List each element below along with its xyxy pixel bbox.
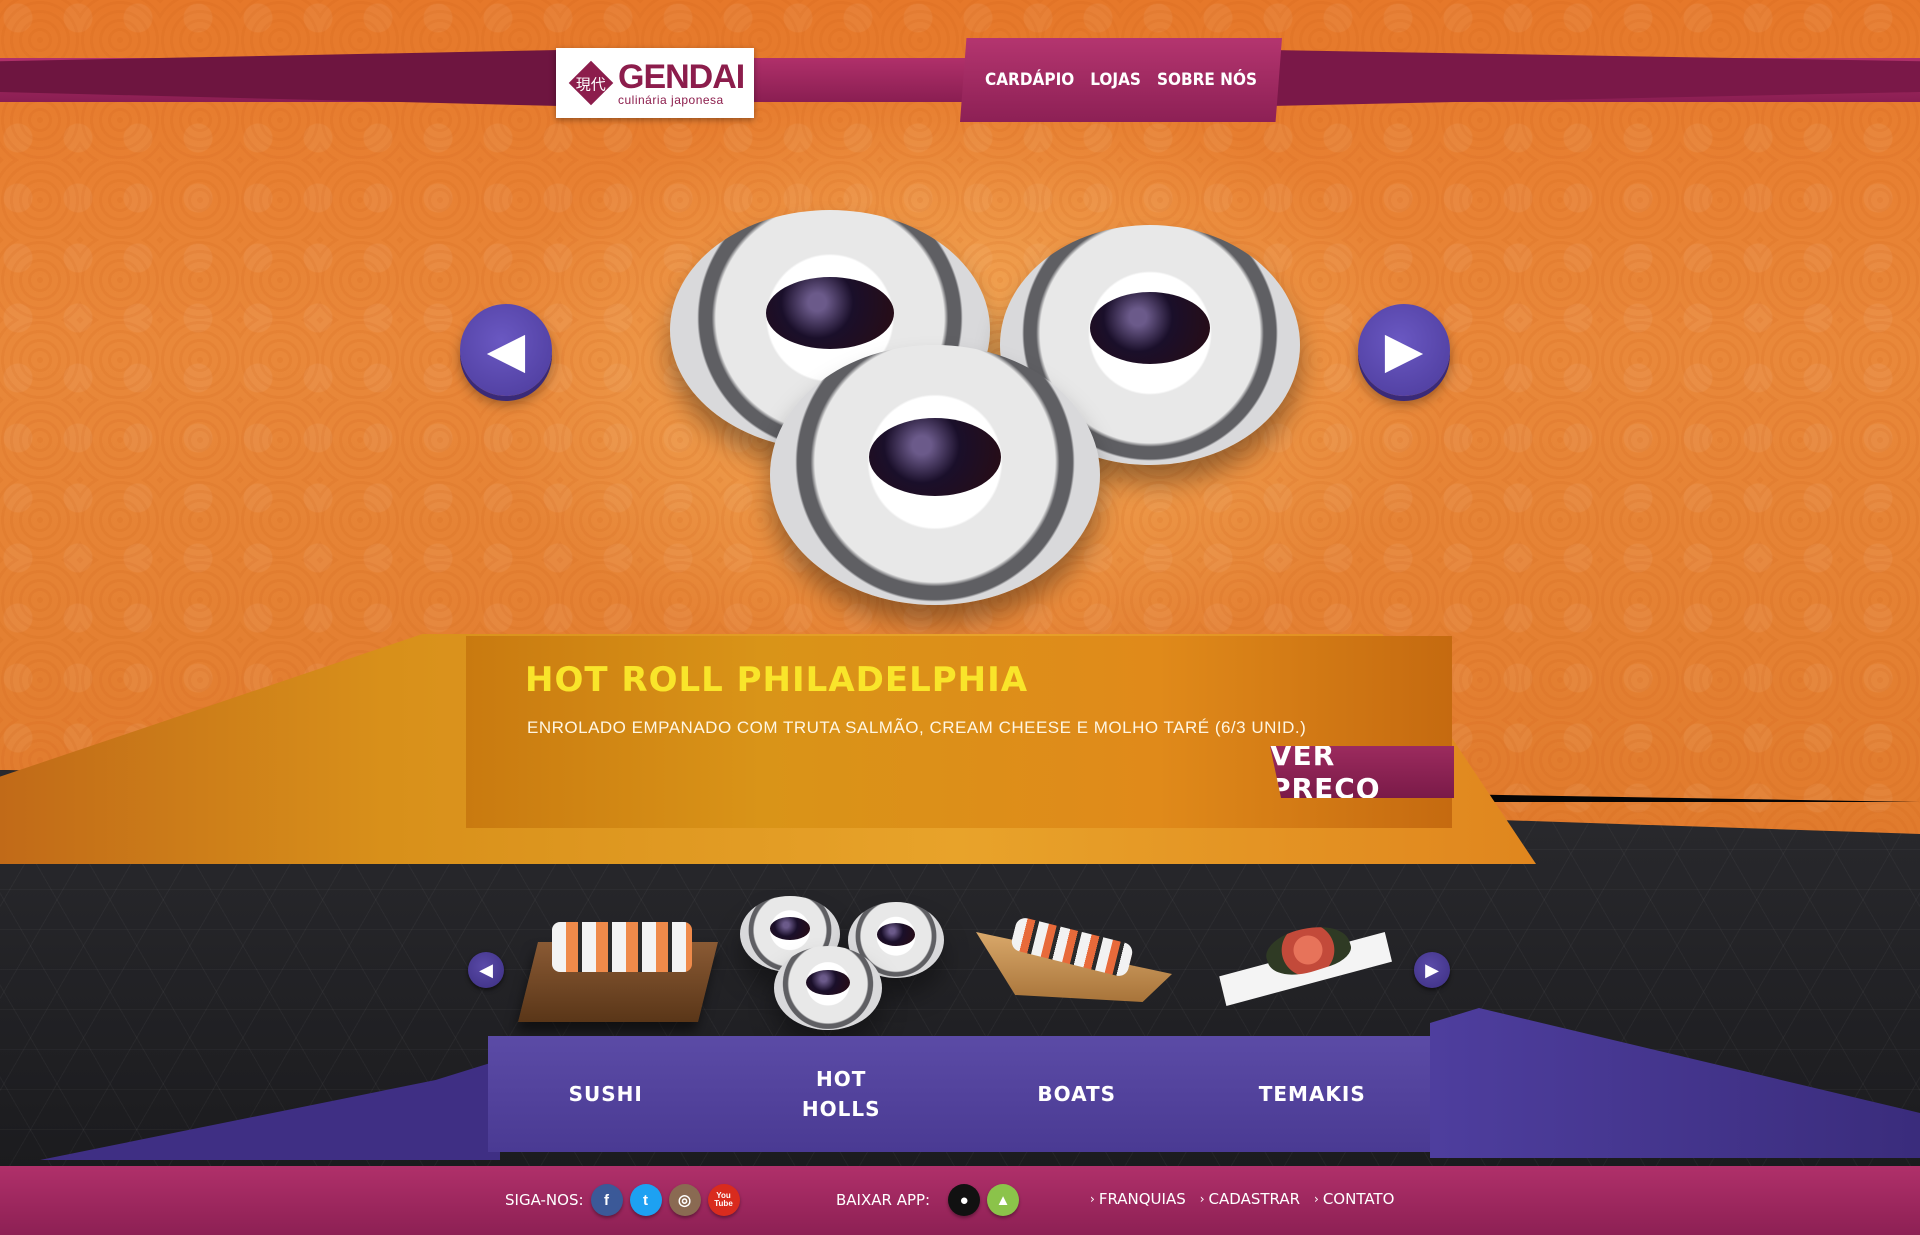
product-description: ENROLADO EMPANADO COM TRUTA SALMÃO, CREA… xyxy=(527,718,1307,737)
ver-preco-button[interactable]: VER PREÇO xyxy=(1270,746,1454,798)
category-bar: SUSHI HOT HOLLS BOATS TEMAKIS xyxy=(488,1036,1430,1152)
app-group: BAIXAR APP: ● ▲ xyxy=(836,1184,1020,1216)
nav-cardapio[interactable]: CARDÁPIO xyxy=(985,70,1074,90)
nav-sobre-nos[interactable]: SOBRE NÓS xyxy=(1157,70,1257,90)
thumb-boats[interactable] xyxy=(976,892,1172,1042)
apple-icon[interactable]: ● xyxy=(948,1184,981,1216)
thumb-hot-rolls[interactable] xyxy=(738,892,948,1042)
chevron-left-icon: ◀ xyxy=(479,959,493,981)
category-sushi[interactable]: SUSHI xyxy=(488,1079,724,1109)
category-hot-rolls[interactable]: HOT HOLLS xyxy=(724,1064,960,1124)
link-franquias[interactable]: FRANQUIAS xyxy=(1099,1190,1186,1208)
instagram-icon[interactable]: ◎ xyxy=(668,1184,701,1216)
footer-links: › FRANQUIAS › CADASTRAR › CONTATO xyxy=(1090,1190,1395,1208)
category-boats[interactable]: BOATS xyxy=(959,1079,1195,1109)
chevron-right-icon: ▶ xyxy=(1384,321,1424,379)
twitter-icon[interactable]: t xyxy=(629,1184,662,1216)
brand-name: GENDAI xyxy=(618,58,745,96)
follow-label: SIGA-NOS: xyxy=(505,1191,584,1209)
thumb-sushi[interactable] xyxy=(518,892,718,1042)
android-icon[interactable]: ▲ xyxy=(987,1184,1020,1216)
carousel-next-button[interactable]: ▶ xyxy=(1358,304,1450,396)
thumb-prev-button[interactable]: ◀ xyxy=(468,952,504,988)
category-temakis[interactable]: TEMAKIS xyxy=(1195,1079,1431,1109)
brand-subtitle: culinária japonesa xyxy=(618,93,724,107)
carousel-prev-button[interactable]: ◀ xyxy=(460,304,552,396)
social-group: SIGA-NOS: f t ◎ You Tube xyxy=(505,1184,740,1216)
brand-logo[interactable]: 現代 GENDAI culinária japonesa xyxy=(556,48,754,118)
product-title: HOT ROLL PHILADELPHIA xyxy=(525,660,1029,700)
main-nav: CARDÁPIO LOJAS SOBRE NÓS xyxy=(960,38,1282,122)
featured-product-image xyxy=(650,195,1300,615)
link-contato[interactable]: CONTATO xyxy=(1323,1190,1395,1208)
thumb-next-button[interactable]: ▶ xyxy=(1414,952,1450,988)
footer: SIGA-NOS: f t ◎ You Tube BAIXAR APP: ● ▲… xyxy=(0,1166,1920,1235)
youtube-icon[interactable]: You Tube xyxy=(707,1184,740,1216)
nav-lojas[interactable]: LOJAS xyxy=(1090,70,1141,90)
link-cadastrar[interactable]: CADASTRAR xyxy=(1209,1190,1300,1208)
chevron-right-icon: ▶ xyxy=(1425,959,1439,981)
app-label: BAIXAR APP: xyxy=(836,1191,931,1209)
facebook-icon[interactable]: f xyxy=(590,1184,623,1216)
thumb-temakis[interactable] xyxy=(1212,892,1392,1042)
chevron-left-icon: ◀ xyxy=(486,321,526,379)
logo-mark-icon: 現代 xyxy=(568,60,614,106)
